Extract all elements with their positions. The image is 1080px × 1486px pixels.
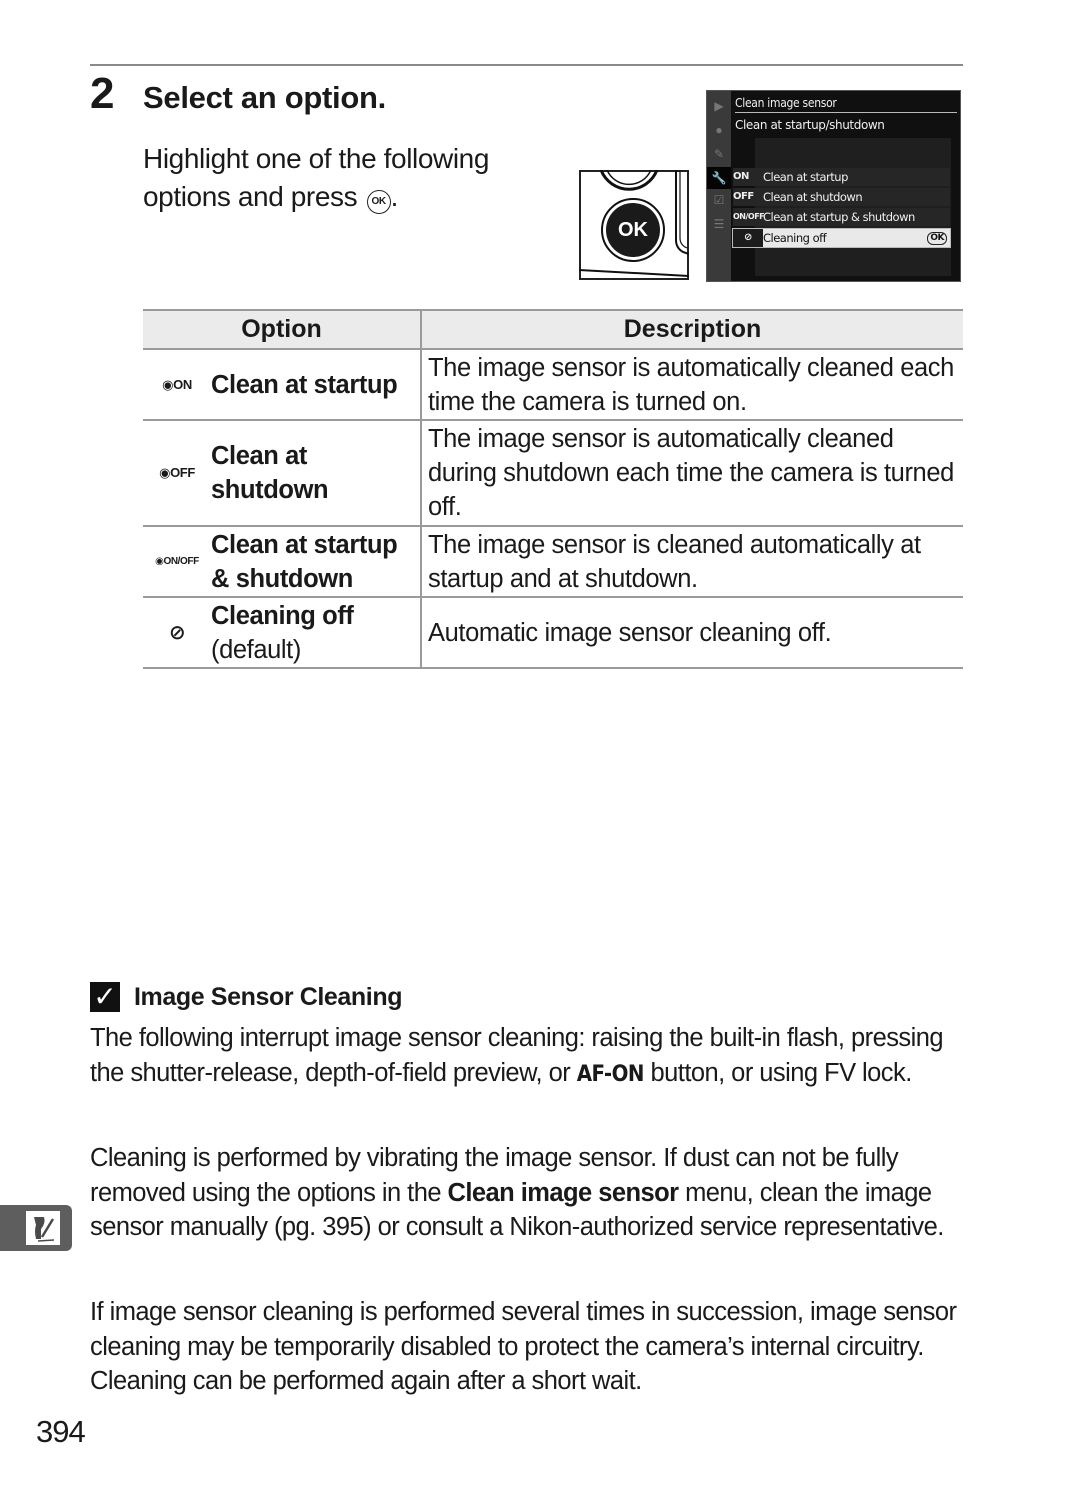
- table-row: ◉ OFF Clean at shutdown The image sensor …: [143, 420, 963, 527]
- clean-startup-shutdown-icon: ◉ ON/OFF: [155, 555, 199, 567]
- lcd-submenu-title: Clean at startup/shutdown: [735, 118, 885, 132]
- option-description: The image sensor is automatically cleane…: [421, 420, 963, 527]
- note-title: Image Sensor Cleaning: [134, 982, 403, 1011]
- ok-button-illustration: OK: [579, 170, 689, 280]
- option-name: Clean at startup & shutdown: [211, 530, 398, 593]
- lcd-menu-tabs: ▶ ● ✎ 🔧 ☑ ☰: [707, 91, 731, 281]
- lcd-option-label: Clean at startup: [763, 170, 848, 184]
- clean-shutdown-icon: OFF: [733, 191, 754, 202]
- step-title: Select an option.: [143, 80, 386, 115]
- table-row: ⊘ Cleaning off (default) Automatic image…: [143, 597, 963, 669]
- section-tab-technical-notes: [0, 1205, 72, 1251]
- lcd-option-clean-startup[interactable]: ON Clean at startup: [733, 168, 950, 186]
- option-default-note: (default): [211, 635, 301, 664]
- lcd-option-label: Clean at startup & shutdown: [763, 210, 915, 224]
- lcd-option-cleaning-off[interactable]: ⊘ Cleaning off OK: [732, 228, 951, 248]
- option-description: The image sensor is cleaned automaticall…: [421, 526, 963, 598]
- option-description: Automatic image sensor cleaning off.: [421, 597, 963, 669]
- step-instruction-end: .: [390, 181, 399, 212]
- page-number: 394: [36, 1414, 86, 1449]
- technical-notes-icon: [26, 1211, 60, 1245]
- cleaning-off-icon: ⊘: [733, 229, 763, 247]
- cleaning-off-icon: ⊘: [168, 621, 186, 644]
- af-on-button-label: AF-ON: [576, 1061, 645, 1087]
- lcd-option-label: Clean at shutdown: [763, 190, 863, 204]
- table-row: ◉ ON/OFF Clean at startup & shutdown The …: [143, 526, 963, 598]
- lcd-option-clean-startup-shutdown[interactable]: ON/OFF Clean at startup & shutdown: [733, 208, 950, 226]
- option-name: Clean at startup: [211, 370, 398, 399]
- option-description: The image sensor is automatically cleane…: [421, 349, 963, 421]
- note-paragraph-1: The following interrupt image sensor cle…: [90, 1024, 944, 1087]
- top-rule: [90, 64, 963, 66]
- header-option: Option: [143, 309, 422, 350]
- note-paragraph-2: Cleaning is performed by vibrating the i…: [90, 1144, 944, 1241]
- ok-button-icon: OK: [366, 190, 391, 214]
- lcd-options-panel: [755, 138, 951, 276]
- custom-settings-icon: ✎: [713, 147, 725, 161]
- clean-startup-shutdown-icon: ON/OFF: [733, 212, 765, 221]
- note-heading: ✓ Image Sensor Cleaning: [90, 982, 402, 1012]
- option-name: Clean at shutdown: [211, 442, 329, 504]
- retouch-icon: ☑: [713, 193, 725, 207]
- camera-lcd-screen: ▶ ● ✎ 🔧 ☑ ☰ Clean image sensor Clean at …: [706, 90, 961, 282]
- clean-startup-icon: ◉ ON: [162, 376, 192, 392]
- clean-shutdown-icon: ◉ OFF: [159, 465, 195, 480]
- my-menu-icon: ☰: [713, 217, 725, 231]
- setup-wrench-icon: 🔧: [707, 167, 731, 189]
- lcd-ok-badge: OK: [927, 231, 947, 245]
- table-header-row: Option Description: [143, 309, 963, 350]
- note-paragraph-3: If image sensor cleaning is performed se…: [90, 1298, 957, 1395]
- options-table: Option Description ◉ ON Clean at startup …: [143, 309, 963, 669]
- step-instruction-text: Highlight one of the following options a…: [143, 143, 490, 212]
- option-name: Cleaning off: [211, 601, 354, 630]
- menu-name-clean-image-sensor: Clean image sensor: [447, 1178, 680, 1207]
- header-description: Description: [421, 309, 963, 350]
- shooting-icon: ●: [715, 123, 723, 137]
- lcd-option-clean-shutdown[interactable]: OFF Clean at shutdown: [733, 188, 950, 206]
- lcd-option-label: Cleaning off: [763, 231, 827, 245]
- checkmark-icon: ✓: [90, 982, 120, 1012]
- lcd-menu-title: Clean image sensor: [735, 94, 957, 113]
- clean-startup-icon: ON: [733, 171, 749, 182]
- step-number: 2: [90, 69, 115, 118]
- playback-icon: ▶: [714, 99, 724, 113]
- table-row: ◉ ON Clean at startup The image sensor is…: [143, 349, 963, 421]
- step-instruction: Highlight one of the following options a…: [143, 140, 563, 216]
- ok-button-label: OK: [618, 219, 648, 241]
